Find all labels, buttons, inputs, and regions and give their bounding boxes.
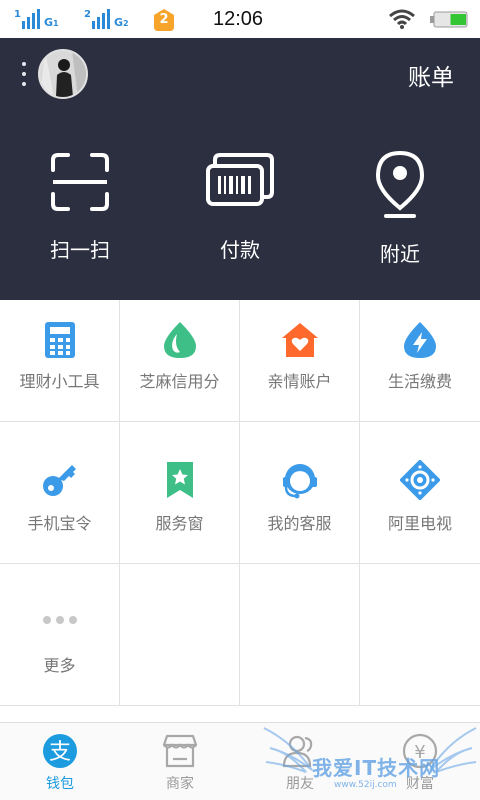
grid-item-label: 服务窗 bbox=[155, 514, 204, 533]
tab-merchants[interactable]: 商家 bbox=[120, 723, 240, 800]
status-bar: 1 G1 2 G2 2 12:06 bbox=[0, 0, 480, 38]
tab-label: 朋友 bbox=[286, 776, 314, 792]
wallet-glyph: 支 bbox=[49, 740, 71, 765]
grid-item-label: 阿里电视 bbox=[387, 514, 452, 533]
grid-item-label: 理财小工具 bbox=[19, 372, 100, 391]
scan-label: 扫一扫 bbox=[50, 238, 110, 262]
app-header: 账单 bbox=[0, 38, 480, 110]
grid-empty-cell bbox=[120, 564, 240, 705]
avatar[interactable] bbox=[38, 49, 88, 99]
sim1-network-label: G1 bbox=[43, 16, 59, 29]
alipay-wallet-screen: 1 G1 2 G2 2 12:06 账单 扫一扫 付款 附近 理财小工具 芝麻信… bbox=[0, 0, 480, 800]
tv-remote-icon bbox=[400, 460, 440, 500]
menu-more-icon[interactable] bbox=[18, 58, 30, 90]
sim1-slot: 1 bbox=[14, 9, 21, 20]
more-dots-icon bbox=[40, 612, 80, 628]
app-grid: 理财小工具 芝麻信用分 亲情账户 生活缴费 手机宝令 服务窗 我的客服 阿里电视… bbox=[0, 300, 480, 706]
tab-label: 钱包 bbox=[46, 776, 74, 792]
grid-item-more[interactable]: 更多 bbox=[0, 564, 120, 705]
grid-item-mobile-token[interactable]: 手机宝令 bbox=[0, 422, 120, 563]
grid-item-label: 亲情账户 bbox=[267, 372, 332, 391]
grid-row: 手机宝令 服务窗 我的客服 阿里电视 bbox=[0, 422, 480, 564]
signal-bars-icon bbox=[91, 9, 110, 29]
clock: 12:06 bbox=[213, 8, 264, 30]
key-icon bbox=[42, 465, 76, 496]
scan-icon bbox=[51, 153, 109, 211]
wifi-icon bbox=[389, 9, 415, 29]
location-pin-icon bbox=[375, 150, 425, 218]
battery-icon bbox=[430, 11, 468, 28]
scan-button[interactable]: 扫一扫 bbox=[0, 110, 160, 300]
tab-label: 财富 bbox=[406, 776, 434, 792]
family-house-icon bbox=[281, 323, 318, 357]
alipay-wallet-icon: 支 bbox=[43, 734, 77, 768]
tab-friends[interactable]: 朋友 bbox=[240, 723, 360, 800]
friends-icon bbox=[282, 735, 313, 768]
nearby-label: 附近 bbox=[380, 242, 420, 266]
grid-item-service-window[interactable]: 服务窗 bbox=[120, 422, 240, 563]
grid-empty-cell bbox=[240, 564, 360, 705]
user-photo-icon bbox=[40, 51, 86, 97]
wealth-yen-icon: ¥ bbox=[402, 733, 438, 769]
grid-item-sesame-credit[interactable]: 芝麻信用分 bbox=[120, 300, 240, 421]
wealth-glyph: ¥ bbox=[414, 742, 425, 763]
pay-button[interactable]: 付款 bbox=[160, 110, 320, 300]
utility-drop-icon bbox=[404, 322, 436, 358]
sim2-slot: 2 bbox=[84, 9, 91, 20]
grid-item-customer-service[interactable]: 我的客服 bbox=[240, 422, 360, 563]
grid-row: 更多 bbox=[0, 564, 480, 706]
barcode-pay-icon bbox=[206, 153, 274, 206]
pay-label: 付款 bbox=[220, 238, 260, 262]
signal-bars-icon bbox=[21, 9, 40, 29]
grid-item-label: 更多 bbox=[43, 656, 76, 675]
bookmark-star-icon bbox=[166, 462, 193, 498]
grid-item-label: 我的客服 bbox=[267, 514, 332, 533]
grid-row: 理财小工具 芝麻信用分 亲情账户 生活缴费 bbox=[0, 300, 480, 422]
tab-wealth[interactable]: ¥ 财富 bbox=[360, 723, 480, 800]
store-icon bbox=[162, 734, 198, 768]
sim2-signal: 2 G2 bbox=[82, 9, 129, 29]
notification-count: 2 bbox=[159, 12, 169, 27]
notification-badge: 2 bbox=[152, 8, 176, 32]
grid-item-utility-payment[interactable]: 生活缴费 bbox=[360, 300, 480, 421]
grid-item-family-account[interactable]: 亲情账户 bbox=[240, 300, 360, 421]
quick-actions: 扫一扫 付款 附近 bbox=[0, 110, 480, 300]
nearby-button[interactable]: 附近 bbox=[320, 110, 480, 300]
grid-item-label: 手机宝令 bbox=[27, 514, 92, 533]
calculator-icon bbox=[44, 322, 75, 358]
grid-item-finance-tools[interactable]: 理财小工具 bbox=[0, 300, 120, 421]
sim1-signal: 1 G1 bbox=[12, 9, 59, 29]
tab-wallet[interactable]: 支 钱包 bbox=[0, 723, 120, 800]
tab-label: 商家 bbox=[166, 776, 194, 792]
grid-item-label: 生活缴费 bbox=[387, 372, 452, 391]
sim2-network-label: G2 bbox=[113, 16, 129, 29]
grid-empty-cell bbox=[360, 564, 480, 705]
bottom-tab-bar: 支 钱包 商家 朋友 ¥ 财富 bbox=[0, 722, 480, 800]
headset-service-icon bbox=[282, 464, 317, 499]
grid-item-label: 芝麻信用分 bbox=[139, 372, 220, 391]
bill-link[interactable]: 账单 bbox=[408, 58, 454, 92]
sesame-drop-icon bbox=[163, 322, 196, 358]
grid-item-ali-tv[interactable]: 阿里电视 bbox=[360, 422, 480, 563]
